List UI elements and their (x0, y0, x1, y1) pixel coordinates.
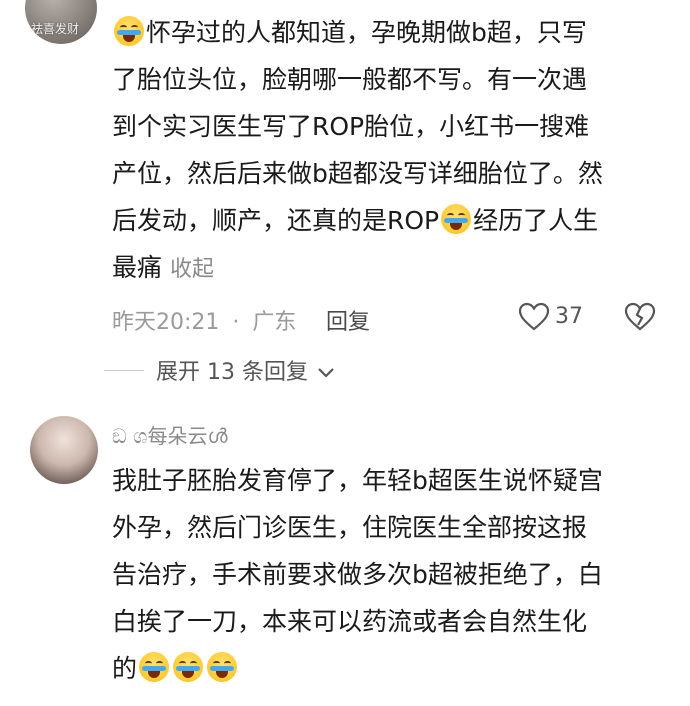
expand-replies-label: 展开 13 条回复 (156, 360, 308, 385)
comment-line: 最痛 收起 (112, 253, 214, 282)
avatar-watermark: 祛喜发财 (31, 22, 80, 36)
username[interactable]: ඞ ශ每朵云ൾ (112, 420, 228, 449)
broken-heart-icon[interactable] (624, 302, 656, 332)
crying-face-emoji (207, 652, 238, 682)
comment-line: 怀孕过的人都知道，孕晚期做b超，只写 (112, 9, 672, 56)
avatar[interactable]: 祛喜发财 (25, 0, 97, 44)
comment-line: 白挨了一刀，本来可以药流或者会自然生化 (112, 607, 588, 636)
like-count: 37 (555, 304, 583, 329)
expand-replies-button[interactable]: 展开 13 条回复 (156, 354, 335, 386)
comment-line: 外孕，然后门诊医生，住院医生全部按这报 (112, 513, 588, 542)
comment-line: 我肚子胚胎发育停了，年轻b超医生说怀疑宫 (112, 466, 603, 495)
collapse-link[interactable]: 收起 (170, 257, 214, 282)
comment-line: 后发动，顺产，还真的是ROP 经历了人生 (112, 204, 599, 235)
comment-line: 了胎位头位，脸朝哪一般都不写。有一次遇 (112, 65, 588, 94)
laughing-crying-emoji (441, 204, 472, 234)
meta-separator: · (232, 310, 240, 335)
comment-location: 广东 (252, 310, 297, 335)
comment-body: 我肚子胚胎发育停了，年轻b超医生说怀疑宫 外孕，然后门诊医生，住院医生全部按这报… (112, 457, 672, 692)
comment-body: 怀孕过的人都知道，孕晚期做b超，只写 了胎位头位，脸朝哪一般都不写。有一次遇 到… (112, 9, 672, 291)
reply-button[interactable]: 回复 (326, 304, 370, 336)
comment-line: 产位，然后后来做b超都没写详细胎位了。然 (112, 159, 603, 188)
heart-outline-icon[interactable] (518, 302, 550, 332)
crying-face-emoji (114, 16, 144, 46)
avatar[interactable] (30, 416, 98, 484)
comment-line: 到个实习医生写了ROP胎位，小红书一搜难 (112, 112, 590, 141)
chevron-down-icon (318, 368, 334, 378)
comment-time: 昨天20:21 (112, 310, 220, 335)
crying-face-emoji (139, 652, 170, 682)
comment-line: 告治疗，手术前要求做多次b超被拒绝了，白 (112, 560, 603, 589)
comment-meta: 昨天20:21 · 广东 (112, 304, 296, 336)
divider (104, 370, 144, 371)
crying-face-emoji (173, 652, 204, 682)
comment-line: 的 (112, 645, 672, 692)
